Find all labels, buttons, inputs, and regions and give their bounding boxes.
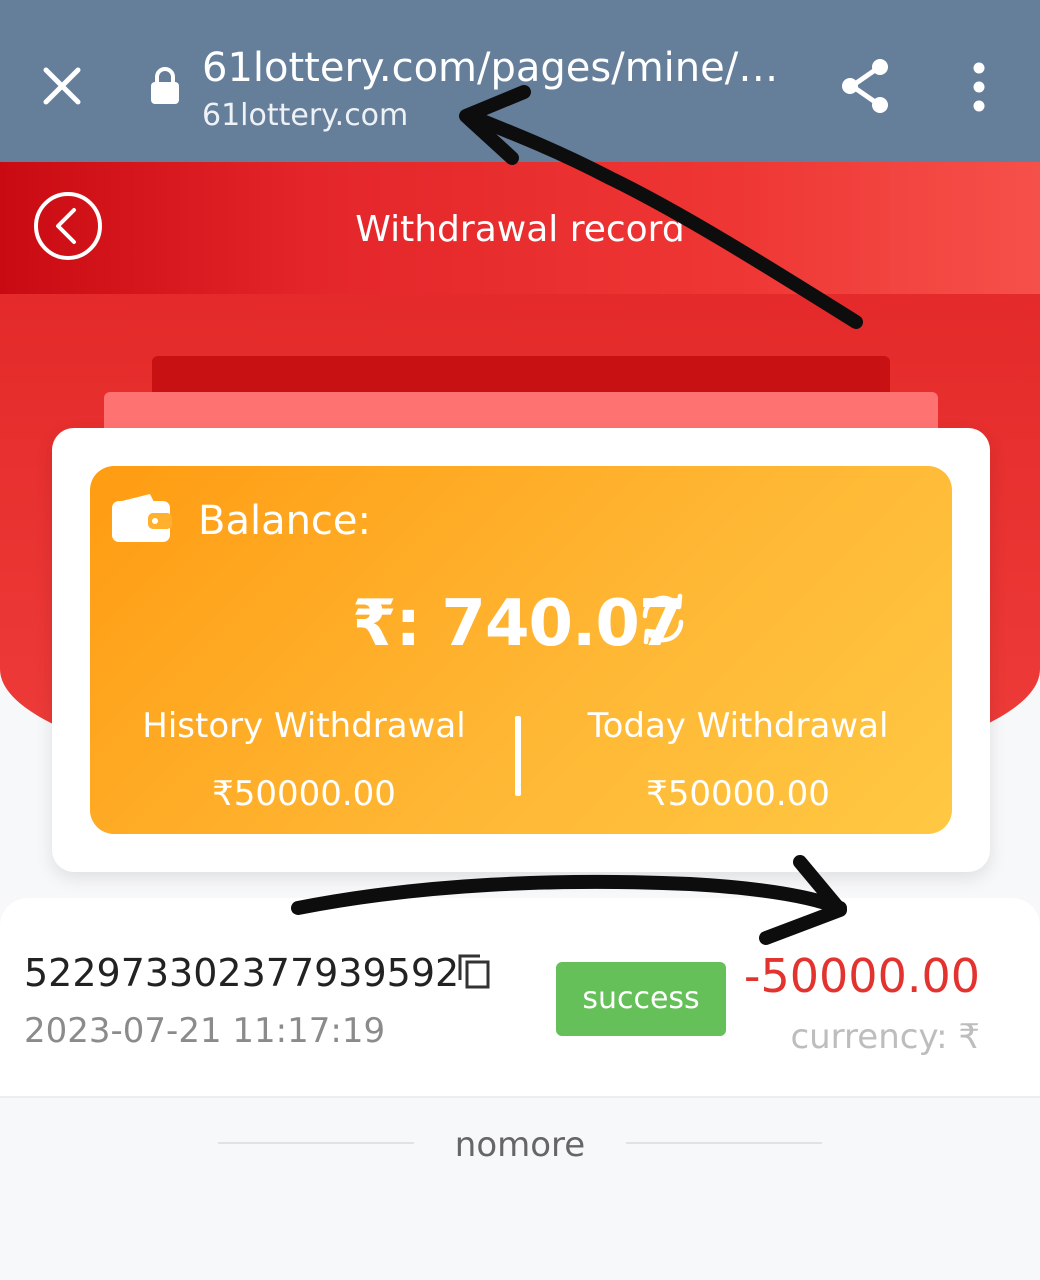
order-id: 5229733023779395​92 [24,951,460,995]
close-icon[interactable] [40,64,84,108]
today-withdrawal-label: Today Withdrawal [587,706,889,746]
stat-divider [515,716,521,796]
copy-icon[interactable] [456,952,492,990]
record-amount: -50000.00 [743,949,980,1003]
lock-icon [151,67,179,104]
address-domain: 61lottery.com [202,98,409,133]
more-vert-icon[interactable] [964,60,994,114]
balance-amount: ₹: 740.07 [352,587,683,661]
page-title: Withdrawal record [355,209,685,250]
wallet-icon [112,494,172,542]
app-header: Withdrawal record [0,162,1040,294]
record-currency: currency: ₹ [790,1017,980,1057]
refresh-icon[interactable] [636,592,690,646]
browser-toolbar: 61lottery.com/pages/mine/i... 61lottery.… [0,0,1040,162]
today-withdrawal-value: ₹50000.00 [646,774,830,814]
address-url[interactable]: 61lottery.com/pages/mine/i... [202,42,782,94]
share-icon[interactable] [836,56,896,116]
status-badge: success [556,962,726,1036]
record-time: 2023-07-21 11:17:19 [24,1011,386,1051]
nomore-label: nomore [454,1125,586,1165]
balance-label: Balance: [198,498,372,544]
history-withdrawal-value: ₹50000.00 [212,774,396,814]
history-withdrawal-label: History Withdrawal [142,706,466,746]
